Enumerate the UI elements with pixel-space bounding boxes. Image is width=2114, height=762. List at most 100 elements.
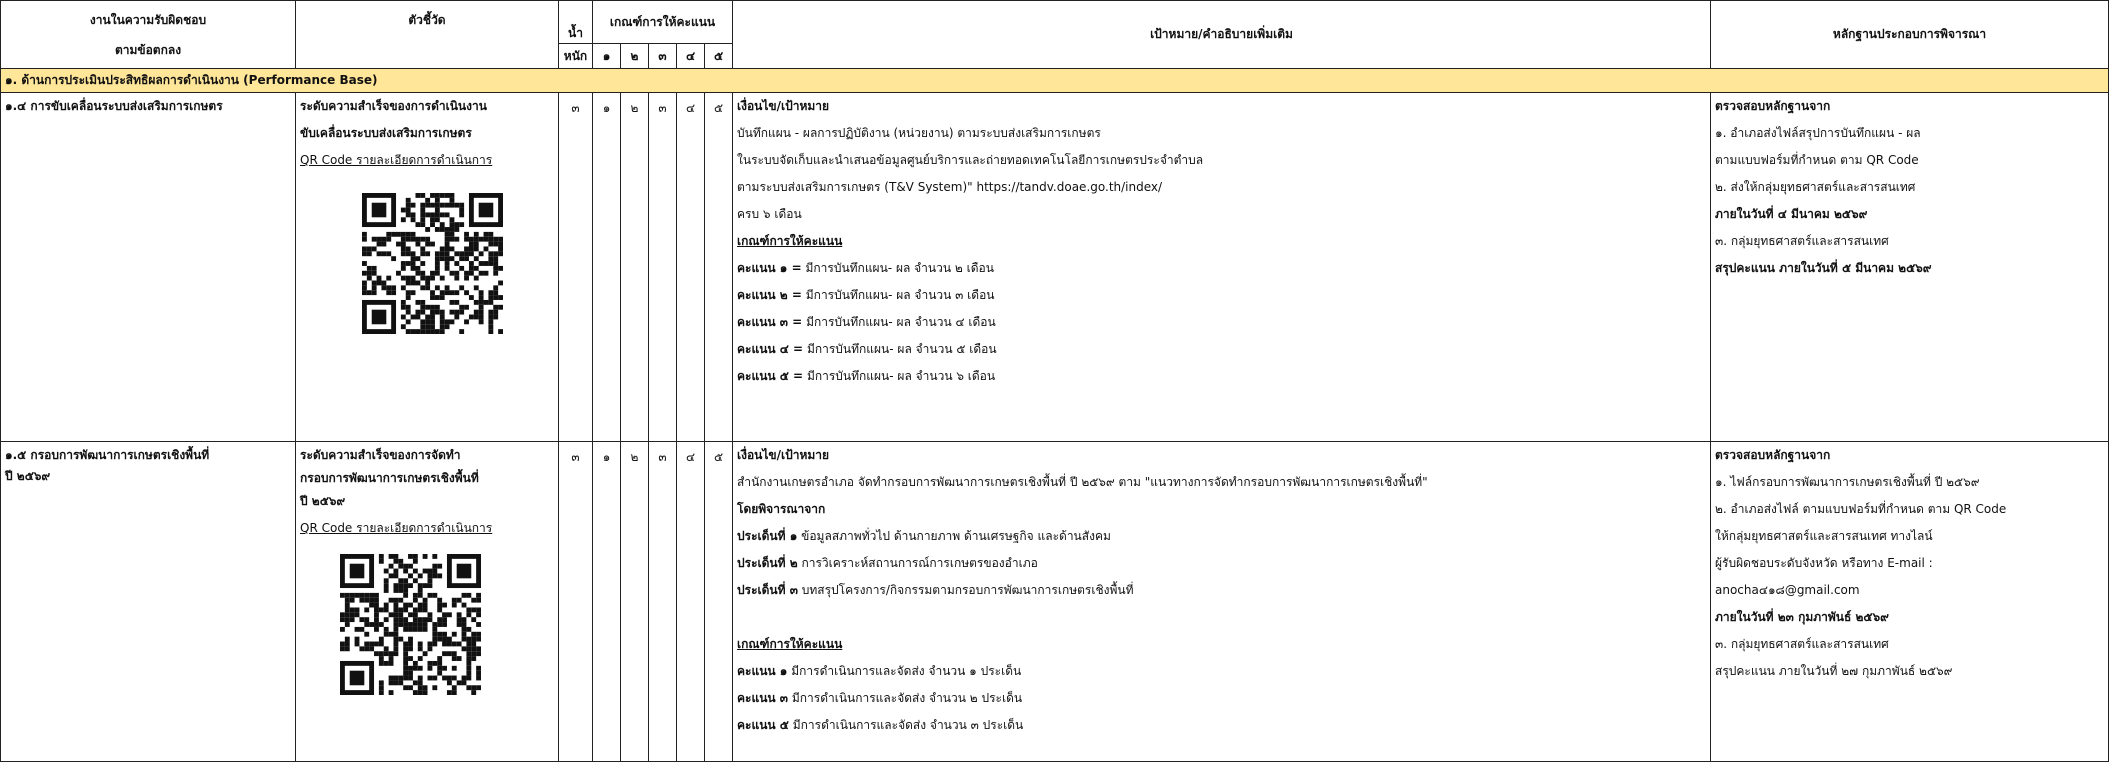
- target-description: สำนักงานเกษตรอำเภอ จัดทำกรอบการพัฒนาการเ…: [737, 475, 1428, 489]
- qr-code-image[interactable]: [340, 554, 554, 695]
- header-evidence: หลักฐานประกอบการพิจารณา: [1710, 0, 2109, 69]
- evidence-cell: ตรวจสอบหลักฐานจาก ๑. อำเภอส่งไฟล์สรุปการบ…: [1710, 92, 2109, 442]
- header-responsibility-line2: ตามข้อตกลง: [114, 42, 182, 57]
- qr-code-link[interactable]: QR Code รายละเอียดการดำเนินการ: [300, 147, 554, 174]
- labeled-line: คะแนน ๓ = มีการบันทึกแผน- ผล จำนวน ๔ เดื…: [737, 309, 1706, 336]
- text-line: ๑. ไฟล์กรอบการพัฒนาการเกษตรเชิงพื้นที่ ป…: [1715, 475, 1980, 489]
- indicator-cell: ระดับความสำเร็จของการดำเนินงาน ขับเคลื่อ…: [295, 92, 559, 442]
- text-line: เกณฑ์การให้คะแนน: [737, 234, 843, 248]
- text-line: สรุปคะแนน ภายในวันที่ ๕ มีนาคม ๒๕๖๙: [1715, 261, 1932, 275]
- level-cell-5: ๕: [704, 92, 733, 442]
- header-weight-line2: หนัก: [563, 48, 588, 63]
- header-weight-top: น้ำ: [558, 0, 593, 44]
- criteria-title: เกณฑ์การให้คะแนน: [737, 637, 843, 651]
- line-text: การวิเคราะห์สถานการณ์การเกษตรของอำเภอ: [801, 556, 1038, 570]
- level-cell-3: ๓: [648, 92, 677, 442]
- table-row: ๑.๕ กรอบการพัฒนาการเกษตรเชิงพื้นที่ ปี ๒…: [0, 441, 2109, 762]
- text-line: ๓. กลุ่มยุทธศาสตร์และสารสนเทศ: [1715, 637, 1889, 651]
- labeled-line: คะแนน ๑ มีการดำเนินการและจัดส่ง จำนวน ๑ …: [737, 658, 1706, 685]
- text-line: ตามแบบฟอร์มที่กำหนด ตาม QR Code: [1715, 153, 1919, 167]
- weight-cell: ๓: [558, 92, 593, 442]
- level-cell-2: ๒: [620, 441, 649, 762]
- spreadsheet-page: งานในความรับผิดชอบ ตามข้อตกลง ตัวชี้วัด …: [0, 0, 2114, 762]
- header-level-3: ๓: [648, 43, 677, 69]
- line-label: คะแนน ๒ =: [737, 288, 802, 302]
- text-line: ในระบบจัดเก็บและนำเสนอข้อมูลศูนย์บริการแ…: [737, 153, 1204, 167]
- header-level-2: ๒: [620, 43, 649, 69]
- labeled-line: คะแนน ๓ มีการดำเนินการและจัดส่ง จำนวน ๒ …: [737, 685, 1706, 712]
- line-text: มีการดำเนินการและจัดส่ง จำนวน ๑ ประเด็น: [791, 664, 1022, 678]
- level-cell-5: ๕: [704, 441, 733, 762]
- section-title: ๑. ด้านการประเมินประสิทธิผลการดำเนินงาน …: [0, 68, 2109, 93]
- text-line: ตามระบบส่งเสริมการเกษตร (T&V System)" ht…: [737, 180, 1163, 194]
- labeled-line: คะแนน ๔ = มีการบันทึกแผน- ผล จำนวน ๕ เดื…: [737, 336, 1706, 363]
- text-line: เงื่อนไข/เป้าหมาย: [737, 99, 830, 113]
- header-weight-line1: น้ำ: [568, 26, 583, 40]
- target-lines: เงื่อนไข/เป้าหมายบันทึกแผน - ผลการปฏิบัต…: [737, 94, 1706, 256]
- line-label: ประเด็นที่ ๑: [737, 529, 798, 543]
- score-lines: คะแนน ๑ = มีการบันทึกแผน- ผล จำนวน ๒ เดื…: [737, 255, 1706, 390]
- line-label: คะแนน ๓: [737, 691, 788, 705]
- header-evidence-label: หลักฐานประกอบการพิจารณา: [1832, 27, 1987, 41]
- header-criteria-label: เกณฑ์การให้คะแนน: [609, 14, 716, 29]
- qr-code-graphic: [340, 554, 481, 695]
- header-level-1: ๑: [592, 43, 621, 69]
- text-line: ๒. ส่งให้กลุ่มยุทธศาสตร์และสารสนเทศ: [1715, 180, 1916, 194]
- indicator-line3: ปี ๒๕๖๙: [300, 494, 346, 508]
- line-label: ประเด็นที่ ๒: [737, 556, 798, 570]
- header-level-4: ๔: [676, 43, 705, 69]
- level-cell-1: ๑: [592, 92, 621, 442]
- labeled-line: คะแนน ๕ มีการดำเนินการและจัดส่ง จำนวน ๓ …: [737, 712, 1706, 739]
- labeled-line: ประเด็นที่ ๑ ข้อมูลสภาพทั่วไป ด้านกายภาพ…: [737, 523, 1706, 550]
- header-weight-bottom: หนัก: [558, 43, 593, 69]
- indicator-line2: ขับเคลื่อนระบบส่งเสริมการเกษตร: [300, 126, 472, 140]
- header-responsibility: งานในความรับผิดชอบ ตามข้อตกลง: [0, 0, 296, 69]
- qr-code-link[interactable]: QR Code รายละเอียดการดำเนินการ: [300, 515, 554, 542]
- indicator-cell: ระดับความสำเร็จของการจัดทำ กรอบการพัฒนาก…: [295, 441, 559, 762]
- text-line: ภายในวันที่ ๒๓ กุมภาพันธ์ ๒๕๖๙: [1715, 610, 1889, 624]
- text-line: ๑. อำเภอส่งไฟล์สรุปการบันทึกแผน - ผล: [1715, 126, 1921, 140]
- level-cell-2: ๒: [620, 92, 649, 442]
- line-label: คะแนน ๕ =: [737, 369, 804, 383]
- level-cell-1: ๑: [592, 441, 621, 762]
- line-label: คะแนน ๑ =: [737, 261, 802, 275]
- header-level-5: ๕: [704, 43, 733, 69]
- line-text: มีการบันทึกแผน- ผล จำนวน ๔ เดือน: [806, 315, 996, 329]
- labeled-line: ประเด็นที่ ๓ บทสรุปโครงการ/กิจกรรมตามกรอ…: [737, 577, 1706, 604]
- line-text: มีการดำเนินการและจัดส่ง จำนวน ๓ ประเด็น: [792, 718, 1024, 732]
- text-line: บันทึกแผน - ผลการปฏิบัติงาน (หน่วยงาน) ต…: [737, 126, 1101, 140]
- header-responsibility-line1: งานในความรับผิดชอบ: [89, 12, 207, 27]
- text-line: สรุปคะแนน ภายในวันที่ ๒๗ กุมภาพันธ์ ๒๕๖๙: [1715, 664, 1953, 678]
- header-criteria: เกณฑ์การให้คะแนน: [592, 0, 733, 44]
- header-target: เป้าหมาย/คำอธิบายเพิ่มเติม: [732, 0, 1711, 69]
- line-label: ประเด็นที่ ๓: [737, 583, 798, 597]
- qr-code-image[interactable]: [362, 193, 554, 334]
- target-title: เงื่อนไข/เป้าหมาย: [737, 448, 830, 462]
- labeled-line: คะแนน ๒ = มีการบันทึกแผน- ผล จำนวน ๓ เดื…: [737, 282, 1706, 309]
- target-cell: เงื่อนไข/เป้าหมายบันทึกแผน - ผลการปฏิบัต…: [732, 92, 1711, 442]
- target-cell: เงื่อนไข/เป้าหมาย สำนักงานเกษตรอำเภอ จัด…: [732, 441, 1711, 762]
- text-line: ให้กลุ่มยุทธศาสตร์และสารสนเทศ ทางไลน์: [1715, 529, 1933, 543]
- score-lines: คะแนน ๑ มีการดำเนินการและจัดส่ง จำนวน ๑ …: [737, 658, 1706, 739]
- line-text: มีการบันทึกแผน- ผล จำนวน ๖ เดือน: [806, 369, 996, 383]
- text-line: ผู้รับผิดชอบระดับจังหวัด หรือทาง E-mail …: [1715, 556, 1933, 570]
- consider-title: โดยพิจารณาจาก: [737, 502, 826, 516]
- text-line: anocha๔๑๘@gmail.com: [1715, 583, 1860, 597]
- text-line: ตรวจสอบหลักฐานจาก: [1715, 448, 1831, 462]
- table-row: ๑.๔ การขับเคลื่อนระบบส่งเสริมการเกษตร ระ…: [0, 92, 2109, 442]
- indicator-line1: ระดับความสำเร็จของการดำเนินงาน: [300, 99, 487, 113]
- labeled-line: คะแนน ๑ = มีการบันทึกแผน- ผล จำนวน ๒ เดื…: [737, 255, 1706, 282]
- line-label: คะแนน ๕: [737, 718, 789, 732]
- header-row-top: งานในความรับผิดชอบ ตามข้อตกลง ตัวชี้วัด …: [0, 0, 2109, 69]
- text-line: ๒. อำเภอส่งไฟล์ ตามแบบฟอร์มที่กำหนด ตาม …: [1715, 502, 2007, 516]
- line-text: มีการบันทึกแผน- ผล จำนวน ๕ เดือน: [806, 342, 997, 356]
- line-label: คะแนน ๑: [737, 664, 788, 678]
- header-indicator: ตัวชี้วัด: [295, 0, 559, 69]
- responsibility-cell: ๑.๔ การขับเคลื่อนระบบส่งเสริมการเกษตร: [0, 92, 296, 442]
- line-text: บทสรุปโครงการ/กิจกรรมตามกรอบการพัฒนาการเ…: [801, 583, 1134, 597]
- line-text: มีการบันทึกแผน- ผล จำนวน ๒ เดือน: [805, 261, 994, 275]
- line-text: มีการดำเนินการและจัดส่ง จำนวน ๒ ประเด็น: [791, 691, 1023, 705]
- labeled-line: คะแนน ๕ = มีการบันทึกแผน- ผล จำนวน ๖ เดื…: [737, 363, 1706, 390]
- text-line: ครบ ๖ เดือน: [737, 207, 802, 221]
